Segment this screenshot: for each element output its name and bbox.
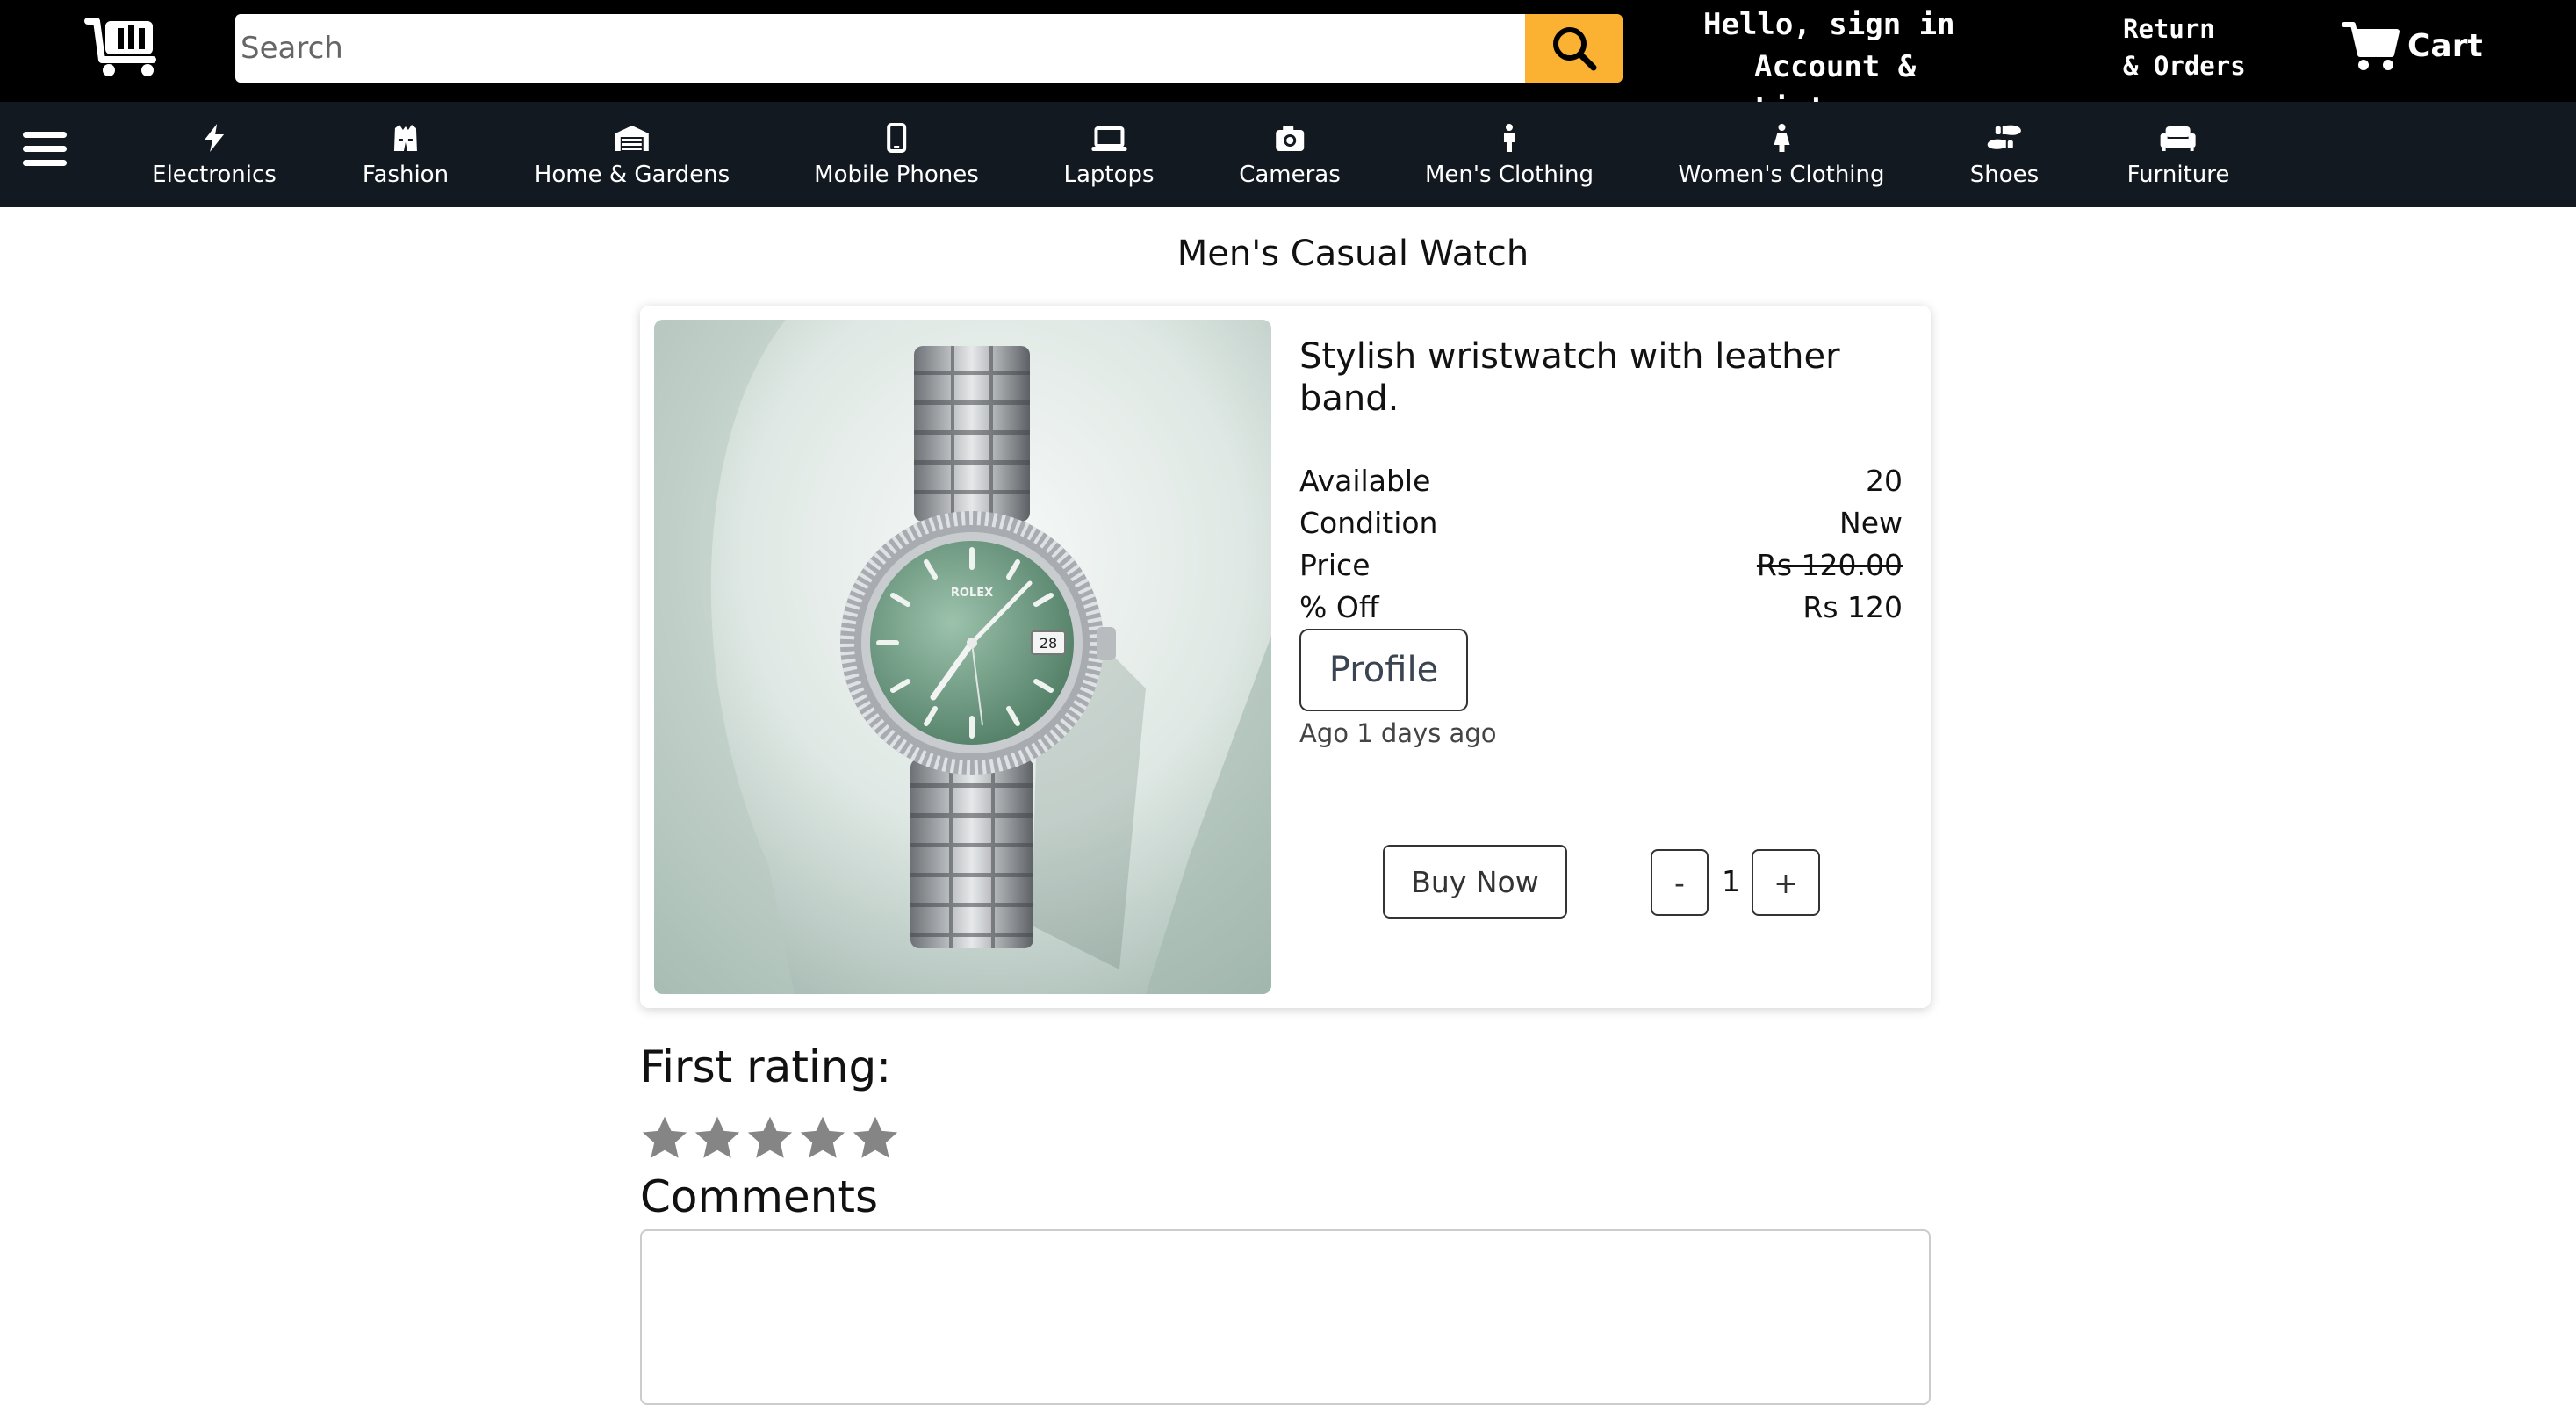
spec-discount: % Off Rs 120 xyxy=(1299,590,1903,624)
profile-button[interactable]: Profile xyxy=(1299,629,1468,711)
person-icon xyxy=(1504,124,1515,152)
category-furniture[interactable]: Furniture xyxy=(2126,119,2230,188)
product-image: 28 ROLEX xyxy=(654,320,1271,994)
shoe-prints-icon xyxy=(1987,125,2022,149)
laptop-icon xyxy=(1090,126,1126,151)
quantity-decrease-button[interactable]: - xyxy=(1651,849,1709,916)
category-home-gardens[interactable]: Home & Gardens xyxy=(535,119,730,188)
star-rating xyxy=(639,1113,903,1164)
category-label: Fashion xyxy=(362,162,450,188)
search-bar xyxy=(235,14,1623,83)
product-card: 28 ROLEX Stylish wristwatch with leather… xyxy=(640,306,1931,1008)
star-icon[interactable] xyxy=(850,1113,901,1164)
spec-condition: Condition New xyxy=(1299,506,1903,540)
category-electronics[interactable]: Electronics xyxy=(152,119,277,188)
cart-link[interactable]: Cart xyxy=(2342,19,2483,72)
star-icon[interactable] xyxy=(692,1113,743,1164)
quantity-increase-button[interactable]: + xyxy=(1752,849,1820,916)
svg-text:ROLEX: ROLEX xyxy=(951,587,993,600)
category-label: Mobile Phones xyxy=(814,162,979,188)
category-mobile-phones[interactable]: Mobile Phones xyxy=(814,119,979,188)
spec-price: Price Rs 120.00 xyxy=(1299,548,1903,582)
camera-icon xyxy=(1275,126,1304,151)
original-price: Rs 120.00 xyxy=(1756,548,1903,582)
category-laptops[interactable]: Laptops xyxy=(1063,119,1155,188)
returns-label: Return xyxy=(2123,14,2215,44)
returns-orders-link[interactable]: Return & Orders xyxy=(2123,11,2246,84)
cart-logo-icon[interactable] xyxy=(84,16,163,77)
person-dress-icon xyxy=(1773,124,1789,152)
search-input[interactable] xyxy=(235,14,1525,83)
bolt-icon xyxy=(205,124,224,152)
shopping-cart-icon xyxy=(2342,22,2400,70)
spec-label: Available xyxy=(1299,464,1431,498)
product-title: Men's Casual Watch xyxy=(1176,234,1529,274)
category-label: Laptops xyxy=(1063,162,1155,188)
category-label: Shoes xyxy=(1969,162,2040,188)
spec-label: Condition xyxy=(1299,506,1438,540)
quantity-value: 1 xyxy=(1722,864,1740,898)
vest-icon xyxy=(393,125,417,151)
rating-title: First rating: xyxy=(640,1041,892,1092)
spec-value: New xyxy=(1839,506,1903,540)
search-icon xyxy=(1552,27,1596,71)
menu-icon[interactable] xyxy=(23,128,68,170)
couch-icon xyxy=(2160,126,2196,151)
category-label: Cameras xyxy=(1239,162,1341,188)
account-greeting: Hello, sign in xyxy=(1703,7,1955,42)
comment-textarea[interactable] xyxy=(640,1229,1931,1405)
orders-label: & Orders xyxy=(2123,51,2246,81)
buy-now-button[interactable]: Buy Now xyxy=(1383,845,1567,919)
category-womens-clothing[interactable]: Women's Clothing xyxy=(1678,119,1885,188)
spec-value: 20 xyxy=(1866,464,1903,498)
spec-label: Price xyxy=(1299,548,1371,582)
category-label: Women's Clothing xyxy=(1678,162,1885,188)
category-mens-clothing[interactable]: Men's Clothing xyxy=(1425,119,1594,188)
cart-label: Cart xyxy=(2407,27,2483,64)
category-label: Electronics xyxy=(152,162,277,188)
category-cameras[interactable]: Cameras xyxy=(1239,119,1341,188)
category-label: Men's Clothing xyxy=(1424,162,1594,188)
star-icon[interactable] xyxy=(639,1113,690,1164)
comments-title: Comments xyxy=(640,1171,879,1222)
discount-price: Rs 120 xyxy=(1802,590,1903,624)
posted-time: Ago 1 days ago xyxy=(1299,718,1497,748)
star-icon[interactable] xyxy=(797,1113,848,1164)
svg-text:28: 28 xyxy=(1040,635,1057,652)
star-icon[interactable] xyxy=(745,1113,795,1164)
category-label: Home & Gardens xyxy=(534,162,730,188)
spec-available: Available 20 xyxy=(1299,464,1903,498)
category-shoes[interactable]: Shoes xyxy=(1970,119,2039,188)
product-description: Stylish wristwatch with leather band. xyxy=(1299,336,1840,419)
mobile-icon xyxy=(886,123,906,153)
top-bar: Hello, sign in Account & Lists Return & … xyxy=(0,0,2576,126)
warehouse-icon xyxy=(615,126,649,151)
category-nav: Electronics Fashion Home & Gardens Mobil… xyxy=(0,102,2576,207)
spec-label: % Off xyxy=(1299,590,1379,624)
category-label: Furniture xyxy=(2126,162,2230,188)
search-button[interactable] xyxy=(1525,14,1623,83)
category-fashion[interactable]: Fashion xyxy=(363,119,449,188)
